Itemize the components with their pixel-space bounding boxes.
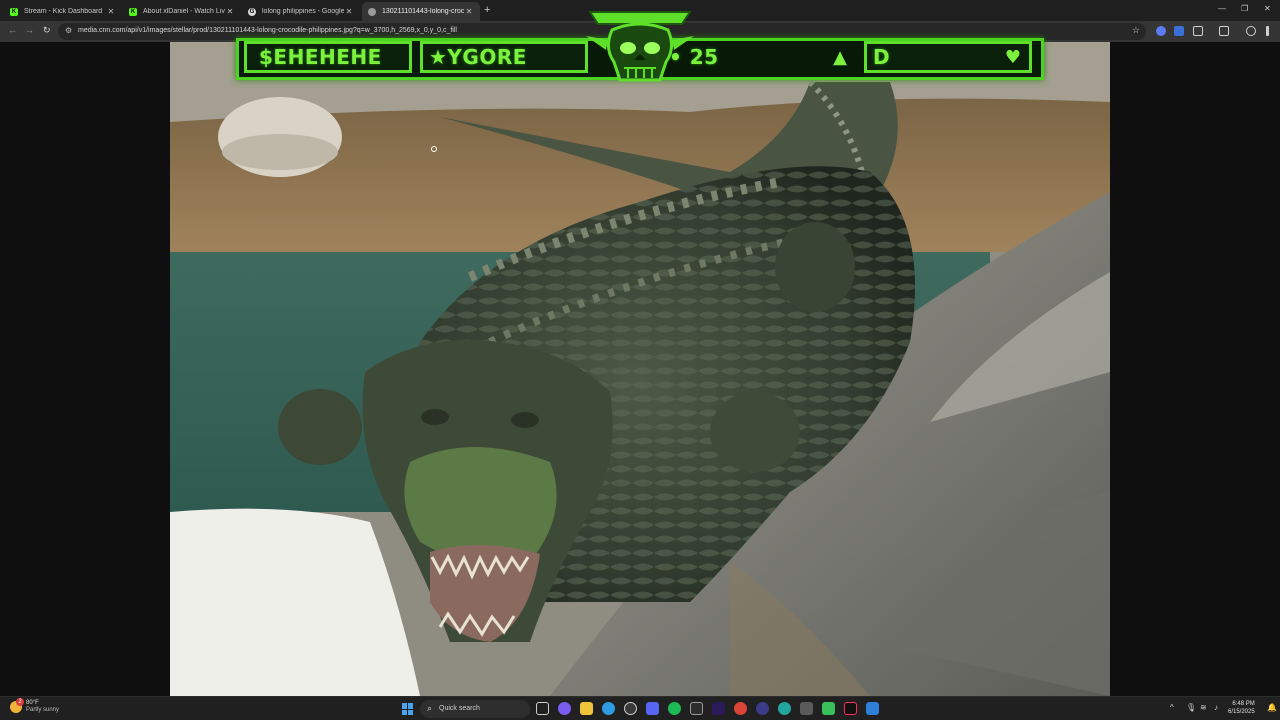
edge-icon[interactable] [602,702,615,715]
kick-favicon-icon: K [129,7,137,16]
weather-alert-badge: 2 [16,698,24,706]
start-button[interactable] [402,703,414,715]
close-icon[interactable]: ✕ [344,7,354,16]
tab-title: lolong philippines - Google Sea [262,8,344,15]
file-explorer-icon[interactable] [580,702,593,715]
hud-box-donation: D ♥ [864,41,1032,73]
notification-bell-icon[interactable]: 🔔 [1267,703,1277,712]
app-icon[interactable] [800,702,813,715]
windows-taskbar: 2 80°F Partly sunny ⌕ Quick search ^ 🎙 ≋… [0,696,1280,720]
reload-button[interactable]: ↻ [43,25,51,36]
tab-google-search[interactable]: G lolong philippines - Google Sea ✕ [242,2,360,21]
tab-about-xldaniel[interactable]: K About xlDaniel - Watch Live on ✕ [123,2,241,21]
extensions-puzzle-icon[interactable] [1193,26,1203,36]
bookmark-star-icon[interactable]: ☆ [1132,25,1140,36]
minimize-button[interactable]: — [1218,4,1226,13]
chrome-icon[interactable] [734,702,747,715]
url-text[interactable]: media.cnn.com/api/v1/images/stellar/prod… [78,27,457,34]
stream-overlay-hud: $EHEHEHE ★YGORE • 25 ▲ D ♥ [236,11,1044,82]
tab-title: About xlDaniel - Watch Live on [143,8,225,15]
heart-icon: ♥ [1004,46,1021,68]
tab-crocodile-image[interactable]: 130211101443-lolong-crocodil ✕ [362,2,480,21]
tab-kick-dashboard[interactable]: K Stream - Kick Dashboard ✕ [4,2,122,21]
forward-button[interactable]: → [25,25,34,35]
app-icon[interactable] [866,702,879,715]
tray-overflow-icon[interactable]: ^ [1170,703,1174,712]
clock-date: 6/15/2025 [1228,709,1255,715]
back-button[interactable]: ← [8,25,17,35]
task-view-icon[interactable] [536,702,549,715]
tab-title: 130211101443-lolong-crocodil [382,8,464,15]
app-icon[interactable] [822,702,835,715]
clock-time: 6:48 PM [1232,701,1255,707]
image-viewer [0,42,1280,696]
extension-icon[interactable] [1156,26,1166,36]
crocodile-image [170,42,1110,696]
search-icon: ⌕ [427,703,433,713]
spotify-icon[interactable] [668,702,681,715]
premiere-icon[interactable] [712,702,725,715]
side-panel-icon[interactable] [1219,26,1229,36]
close-icon[interactable]: ✕ [464,7,474,16]
weather-desc: Partly sunny [26,707,60,713]
profile-avatar[interactable] [1246,26,1256,36]
hud-box-ticker: $EHEHEHE [244,41,412,73]
new-tab-button[interactable]: + [484,4,490,16]
headset-app-icon[interactable] [756,702,769,715]
volume-icon[interactable]: ♪ [1214,703,1218,712]
close-icon[interactable]: ✕ [225,7,235,16]
close-icon[interactable]: ✕ [106,7,116,16]
obs-icon[interactable] [624,702,637,715]
tab-title: Stream - Kick Dashboard [24,8,103,15]
weather-temp: 80°F [26,700,39,706]
hud-ticker-text: $EHEHEHE [259,45,382,69]
extension-icon[interactable] [1174,26,1184,36]
restore-button[interactable]: ❐ [1241,4,1248,13]
google-favicon-icon: G [248,7,256,16]
kick-favicon-icon: K [10,7,18,16]
hud-donation-text: D [873,45,891,69]
hud-box-follower: ★YGORE [420,41,588,73]
wifi-icon[interactable]: ≋ [1200,703,1207,712]
taskbar-search[interactable]: ⌕ Quick search [420,700,530,718]
drop-icon: ▲ [833,46,847,68]
search-placeholder: Quick search [439,705,480,712]
window-close-button[interactable]: ✕ [1264,4,1271,13]
terminal-icon[interactable] [690,702,703,715]
taskbar-clock[interactable]: 6:48 PM 6/15/2025 [1228,700,1255,716]
mouse-cursor [431,146,437,152]
discord-icon[interactable] [646,702,659,715]
app-icon[interactable] [778,702,791,715]
globe-favicon-icon [368,7,376,16]
hud-follower-text: ★YGORE [429,45,527,69]
site-info-icon[interactable]: ⚙ [65,26,72,35]
partly-sunny-icon: 2 [10,698,24,713]
copilot-icon[interactable] [558,702,571,715]
tiktok-icon[interactable] [844,702,857,715]
microphone-icon[interactable]: 🎙 [1186,703,1196,712]
weather-widget[interactable]: 2 80°F Partly sunny [10,698,60,714]
menu-dots-icon[interactable] [1266,26,1269,36]
skull-logo-icon [586,11,694,82]
crocodile-photo [170,42,1110,696]
